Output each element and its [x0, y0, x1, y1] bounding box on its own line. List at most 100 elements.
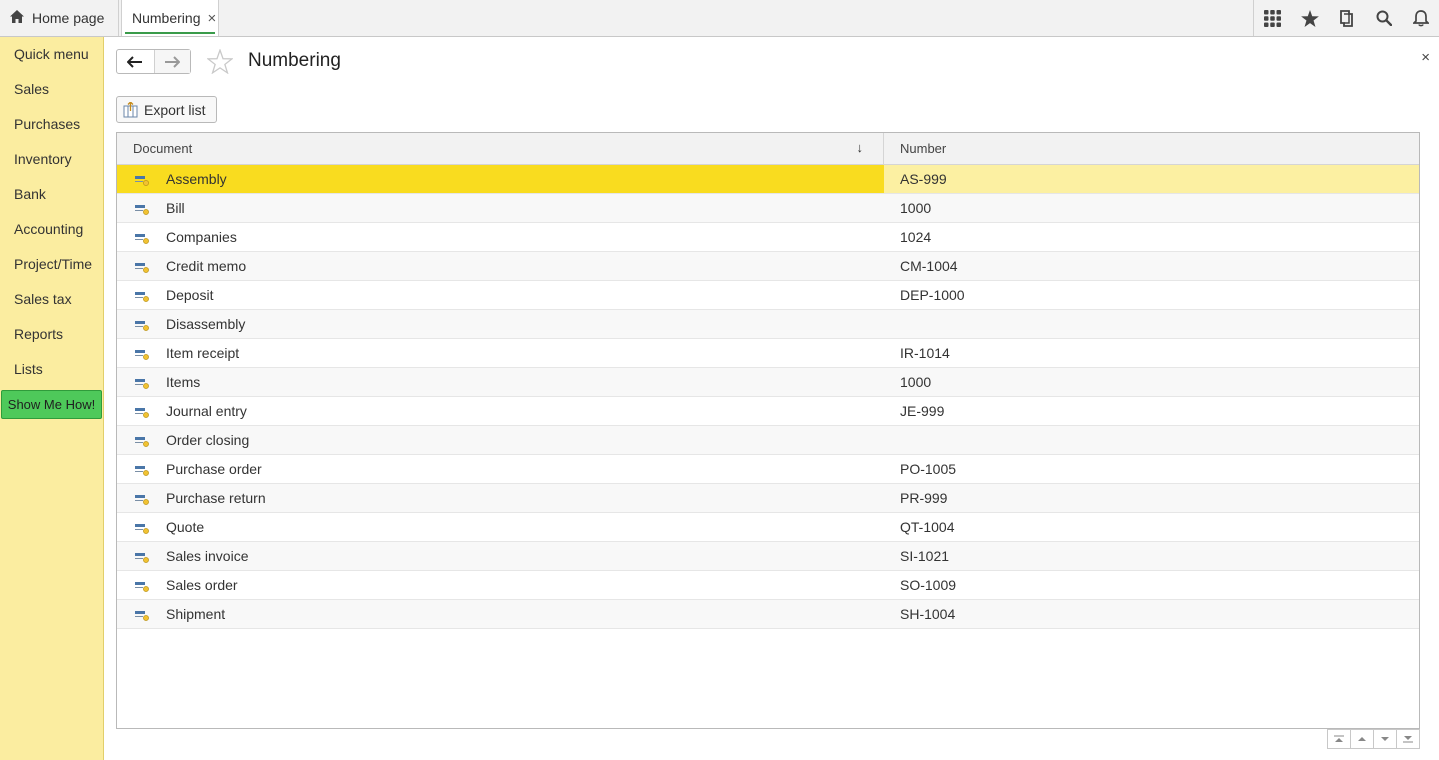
column-header-number[interactable]: Number: [884, 133, 1419, 164]
cell-number: SO-1009: [900, 577, 957, 593]
column-header-document-label: Document: [133, 141, 193, 156]
forward-button[interactable]: [153, 50, 190, 73]
search-icon[interactable]: [1365, 0, 1402, 36]
tab-home-label: Home page: [32, 10, 105, 26]
cell-number: [884, 310, 1419, 338]
favorite-star-icon[interactable]: [206, 48, 234, 75]
scroll-top-icon: [1334, 735, 1344, 742]
tab-close-icon[interactable]: ×: [207, 11, 216, 26]
arrow-left-icon: [127, 55, 143, 68]
page-title: Numbering: [248, 50, 341, 71]
cell-document-text: Purchase return: [166, 490, 266, 506]
cell-document: Sales order: [117, 571, 884, 599]
apps-grid-icon[interactable]: [1254, 0, 1291, 36]
numbering-table: Document ↓ Number Assembly AS-999 Bill 1000…: [116, 132, 1420, 729]
cell-number: DEP-1000: [900, 287, 965, 303]
cell-document: Order closing: [117, 426, 884, 454]
table-row[interactable]: Purchase order PO-1005: [117, 455, 1419, 484]
cell-number: [884, 426, 1419, 454]
cell-document: Bill: [117, 194, 884, 222]
scroll-bottom-icon: [1403, 736, 1413, 743]
cell-document: Journal entry: [117, 397, 884, 425]
sidebar-item-sales-tax[interactable]: Sales tax: [0, 282, 103, 317]
cell-number: SH-1004: [900, 606, 956, 622]
table-row[interactable]: Item receipt IR-1014: [117, 339, 1419, 368]
scroll-down-button[interactable]: [1373, 729, 1397, 749]
export-list-button[interactable]: Export list: [116, 96, 217, 123]
table-row[interactable]: Sales order SO-1009: [117, 571, 1419, 600]
cell-document-text: Purchase order: [166, 461, 262, 477]
cell-document: Credit memo: [117, 252, 884, 280]
scroll-bottom-button[interactable]: [1396, 729, 1420, 749]
cell-document-text: Bill: [166, 200, 185, 216]
scroll-up-button[interactable]: [1350, 729, 1374, 749]
table-row[interactable]: Companies 1024: [117, 223, 1419, 252]
table-row[interactable]: Purchase return PR-999: [117, 484, 1419, 513]
home-icon: [10, 10, 24, 26]
document-type-icon: [135, 289, 149, 302]
cell-document-text: Deposit: [166, 287, 214, 303]
scroll-top-button[interactable]: [1327, 729, 1351, 749]
arrow-right-icon: [165, 55, 181, 68]
document-type-icon: [135, 318, 149, 331]
top-toolbar: [1253, 0, 1439, 36]
table-row[interactable]: Credit memo CM-1004: [117, 252, 1419, 281]
history-icon[interactable]: [1328, 0, 1365, 36]
document-type-icon: [135, 550, 149, 563]
sidebar-item-purchases[interactable]: Purchases: [0, 107, 103, 142]
table-row[interactable]: Items 1000: [117, 368, 1419, 397]
cell-document: Quote: [117, 513, 884, 541]
sidebar-item-lists[interactable]: Lists: [0, 352, 103, 387]
document-type-icon: [135, 521, 149, 534]
table-row[interactable]: Sales invoice SI-1021: [117, 542, 1419, 571]
cell-number: 1000: [900, 374, 932, 390]
cell-document-text: Disassembly: [166, 316, 246, 332]
sidebar-item-bank[interactable]: Bank: [0, 177, 103, 212]
sort-desc-icon: ↓: [856, 140, 864, 155]
sidebar-item-sales[interactable]: Sales: [0, 72, 103, 107]
document-type-icon: [135, 492, 149, 505]
sidebar: Quick menu Sales Purchases Inventory Ban…: [0, 37, 104, 760]
sidebar-item-accounting[interactable]: Accounting: [0, 212, 103, 247]
favorites-star-icon[interactable]: [1291, 0, 1328, 36]
document-type-icon: [135, 347, 149, 360]
table-row[interactable]: Disassembly: [117, 310, 1419, 339]
document-type-icon: [135, 376, 149, 389]
export-icon: [123, 101, 138, 117]
table-row[interactable]: Assembly AS-999: [117, 165, 1419, 194]
sidebar-item-project-time[interactable]: Project/Time: [0, 247, 103, 282]
cell-document-text: Sales order: [166, 577, 238, 593]
table-row[interactable]: Bill 1000: [117, 194, 1419, 223]
table-row[interactable]: Quote QT-1004: [117, 513, 1419, 542]
cell-number: JE-999: [900, 403, 945, 419]
cell-document-text: Sales invoice: [166, 548, 249, 564]
cell-document-text: Item receipt: [166, 345, 240, 361]
close-form-icon[interactable]: ×: [1421, 49, 1430, 66]
table-row[interactable]: Order closing: [117, 426, 1419, 455]
table-row[interactable]: Shipment SH-1004: [117, 600, 1419, 629]
document-type-icon: [135, 202, 149, 215]
tab-numbering[interactable]: Numbering ×: [121, 0, 219, 36]
notifications-bell-icon[interactable]: [1402, 0, 1439, 36]
sidebar-item-inventory[interactable]: Inventory: [0, 142, 103, 177]
cell-document-text: Assembly: [166, 171, 227, 187]
cell-document: Item receipt: [117, 339, 884, 367]
tab-home-page[interactable]: Home page: [0, 0, 119, 36]
cell-number: PR-999: [900, 490, 948, 506]
back-button[interactable]: [117, 50, 154, 73]
table-row[interactable]: Journal entry JE-999: [117, 397, 1419, 426]
cell-number: CM-1004: [900, 258, 958, 274]
sidebar-item-reports[interactable]: Reports: [0, 317, 103, 352]
show-me-how-button[interactable]: Show Me How!: [1, 390, 102, 419]
column-header-document[interactable]: Document ↓: [117, 133, 884, 164]
table-row[interactable]: Deposit DEP-1000: [117, 281, 1419, 310]
cell-document: Sales invoice: [117, 542, 884, 570]
cell-document: Shipment: [117, 600, 884, 628]
cell-document: Purchase return: [117, 484, 884, 512]
document-type-icon: [135, 231, 149, 244]
sidebar-item-quick-menu[interactable]: Quick menu: [0, 37, 103, 72]
cell-document: Purchase order: [117, 455, 884, 483]
cell-number: SI-1021: [900, 548, 950, 564]
cell-number: AS-999: [884, 165, 1419, 193]
scroll-up-icon: [1358, 737, 1366, 741]
